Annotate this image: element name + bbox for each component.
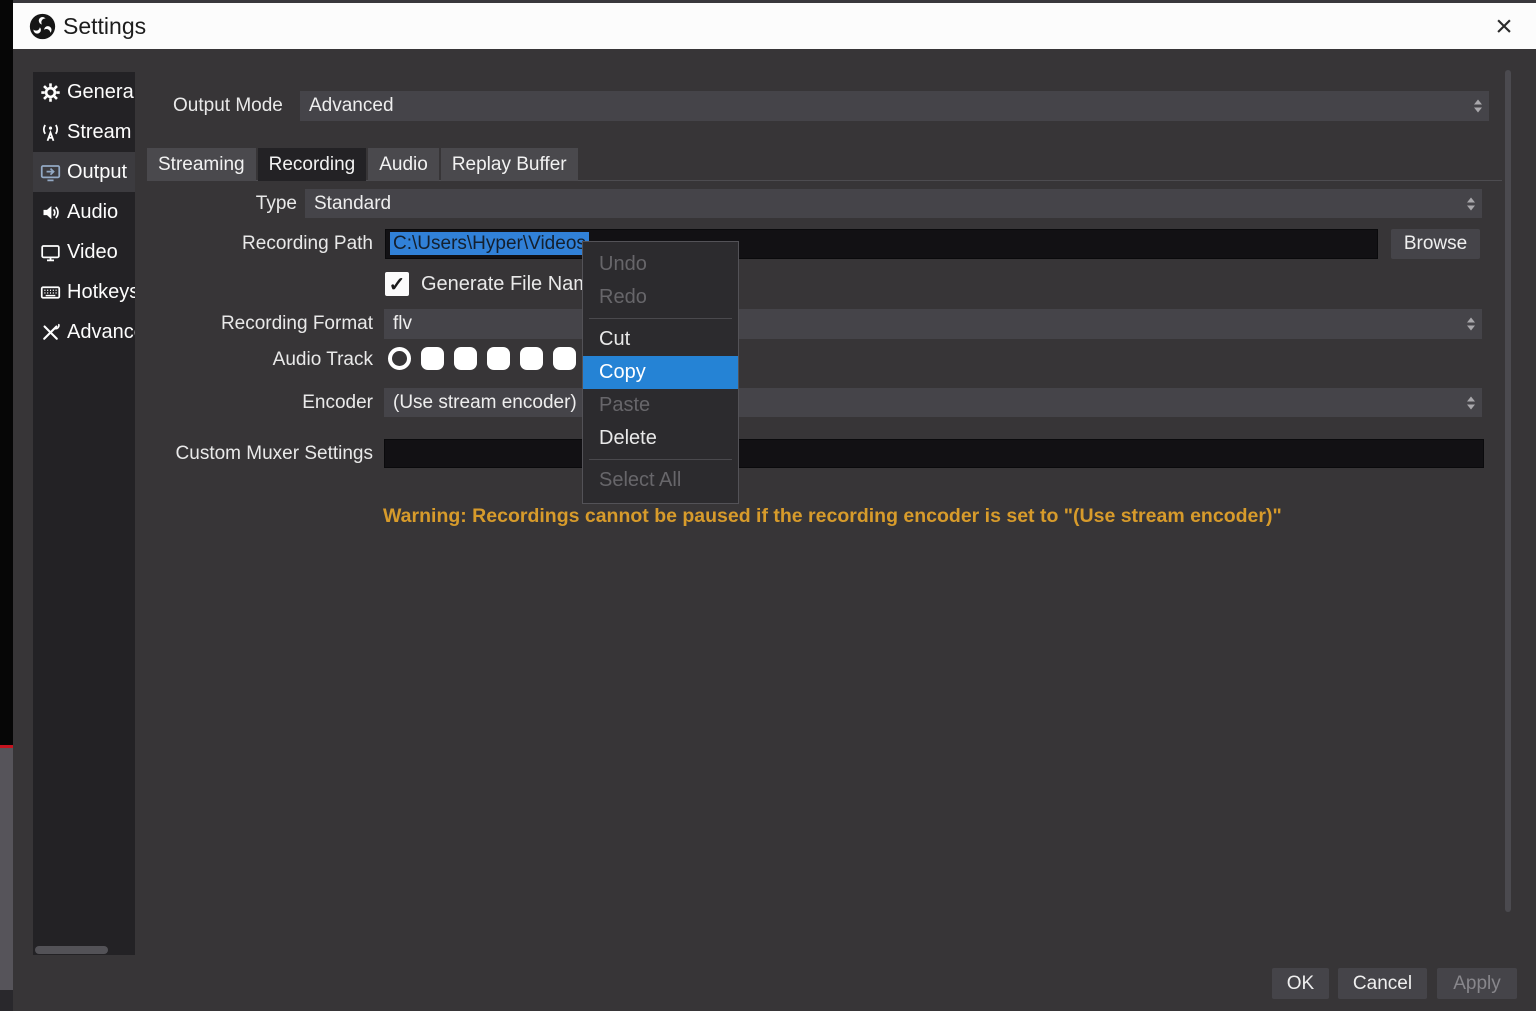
text-context-menu: Undo Redo Cut Copy Paste Delete Select A… [582, 241, 739, 504]
sidebar-item-output[interactable]: Output [33, 152, 135, 192]
titlebar[interactable]: Settings × [13, 3, 1536, 49]
menu-item-undo: Undo [583, 248, 738, 281]
audio-track-label: Audio Track [140, 345, 373, 375]
type-select[interactable]: Standard [305, 189, 1482, 218]
spinner-arrows-icon [1467, 396, 1475, 409]
audio-track-3-radio[interactable] [454, 347, 477, 370]
menu-separator [589, 318, 732, 319]
output-mode-value: Advanced [309, 95, 394, 116]
type-value: Standard [314, 193, 391, 214]
menu-item-select-all: Select All [583, 464, 738, 497]
menu-item-redo: Redo [583, 281, 738, 314]
speaker-icon [40, 202, 61, 223]
close-icon[interactable]: × [1486, 9, 1522, 45]
recording-format-select[interactable]: flv [384, 309, 1482, 339]
tools-icon [40, 322, 61, 343]
audio-track-options [388, 347, 576, 370]
menu-item-copy[interactable]: Copy [583, 356, 738, 389]
antenna-icon [40, 122, 61, 143]
tab-streaming[interactable]: Streaming [147, 148, 256, 181]
sidebar-item-label: Stream [67, 121, 131, 144]
audio-track-5-radio[interactable] [520, 347, 543, 370]
sidebar-item-video[interactable]: Video [33, 232, 135, 272]
sidebar-item-label: Advanced [67, 321, 135, 344]
background-app-gray-area [0, 748, 13, 990]
sidebar-item-label: Hotkeys [67, 281, 135, 304]
encoder-label: Encoder [140, 388, 373, 418]
settings-scrollbar-handle[interactable] [1505, 70, 1511, 912]
background-app-dark-area [0, 0, 13, 745]
cancel-button[interactable]: Cancel [1338, 968, 1427, 999]
background-app-bottom-area [0, 990, 13, 1011]
keyboard-icon [40, 282, 61, 303]
obs-logo-icon [29, 13, 56, 40]
browse-button[interactable]: Browse [1391, 229, 1480, 259]
pause-warning-text: Warning: Recordings cannot be paused if … [383, 505, 1282, 528]
output-mode-select[interactable]: Advanced [300, 91, 1489, 121]
sidebar-item-label: Video [67, 241, 118, 264]
audio-track-1-radio[interactable] [388, 347, 411, 370]
encoder-select[interactable]: (Use stream encoder) [384, 388, 1482, 417]
output-icon [40, 162, 61, 183]
output-tabs: Streaming Recording Audio Replay Buffer [147, 148, 580, 181]
recording-format-label: Recording Format [140, 309, 373, 339]
audio-track-2-radio[interactable] [421, 347, 444, 370]
window-title: Settings [63, 13, 146, 40]
recording-format-value: flv [393, 313, 412, 334]
audio-track-4-radio[interactable] [487, 347, 510, 370]
menu-item-delete[interactable]: Delete [583, 422, 738, 455]
audio-track-6-radio[interactable] [553, 347, 576, 370]
checkmark-icon: ✓ [389, 272, 406, 297]
tab-audio[interactable]: Audio [368, 148, 439, 181]
encoder-value: (Use stream encoder) [393, 392, 577, 413]
tab-recording[interactable]: Recording [258, 148, 367, 181]
apply-button[interactable]: Apply [1437, 968, 1517, 999]
gear-icon [40, 82, 61, 103]
sidebar-scrollbar-handle[interactable] [35, 946, 108, 954]
type-label: Type [102, 189, 297, 219]
tab-replay-buffer[interactable]: Replay Buffer [441, 148, 578, 181]
menu-separator [589, 459, 732, 460]
sidebar-item-stream[interactable]: Stream [33, 112, 135, 152]
spinner-arrows-icon [1467, 318, 1475, 331]
menu-item-paste: Paste [583, 389, 738, 422]
custom-muxer-input[interactable] [384, 439, 1484, 468]
background-app-edge [0, 0, 13, 1011]
recording-path-selected-text: C:\Users\Hyper\Videos [390, 232, 589, 255]
spinner-arrows-icon [1474, 100, 1482, 113]
recording-path-label: Recording Path [140, 229, 373, 259]
ok-button[interactable]: OK [1272, 968, 1329, 999]
sidebar-item-label: General [67, 81, 135, 104]
sidebar-item-label: Output [67, 161, 127, 184]
generate-file-name-checkbox[interactable]: ✓ [385, 272, 409, 296]
spinner-arrows-icon [1467, 197, 1475, 210]
sidebar-item-advanced[interactable]: Advanced [33, 312, 135, 352]
recording-path-input[interactable]: C:\Users\Hyper\Videos [385, 229, 1378, 259]
generate-file-name-label: Generate File Nam [421, 271, 590, 297]
custom-muxer-label: Custom Muxer Settings [140, 439, 373, 469]
output-mode-label: Output Mode [173, 91, 283, 121]
monitor-icon [40, 242, 61, 263]
menu-item-cut[interactable]: Cut [583, 323, 738, 356]
sidebar-item-hotkeys[interactable]: Hotkeys [33, 272, 135, 312]
sidebar-item-general[interactable]: General [33, 72, 135, 112]
